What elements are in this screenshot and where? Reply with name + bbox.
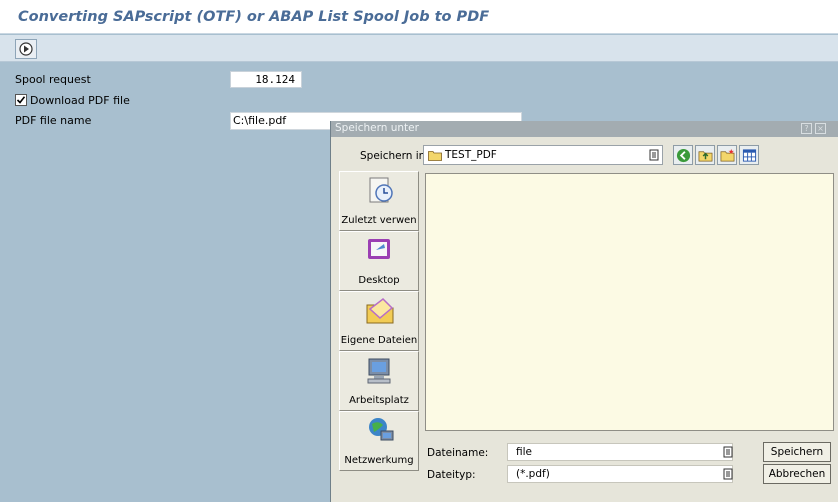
place-network[interactable]: Netzwerkumg [339, 411, 419, 471]
place-label: Arbeitsplatz [349, 395, 409, 406]
folder-icon [428, 151, 442, 161]
place-my-computer[interactable]: Arbeitsplatz [339, 351, 419, 411]
spool-request-label: Spool request [15, 73, 91, 86]
my-documents-icon [366, 298, 394, 324]
desktop-icon [368, 239, 390, 259]
save-in-select[interactable]: TEST_PDF [423, 145, 663, 165]
checkmark-icon [16, 96, 26, 104]
file-name-label: Dateiname: [427, 447, 489, 459]
up-folder-button[interactable] [695, 145, 715, 165]
recent-documents-icon [369, 177, 393, 203]
place-label: Zuletzt verwen [341, 215, 417, 226]
file-list[interactable] [425, 173, 834, 431]
file-name-input[interactable]: file [507, 443, 733, 461]
spool-request-input[interactable]: 18.124 [230, 71, 302, 88]
save-in-value: TEST_PDF [445, 149, 497, 161]
place-label: Netzwerkumg [344, 455, 414, 466]
place-recent[interactable]: Zuletzt verwen [339, 171, 419, 231]
save-in-label: Speichern in: [360, 150, 429, 162]
toolbar [0, 35, 838, 62]
place-label: Eigene Dateien [340, 335, 418, 346]
place-label: Desktop [358, 275, 400, 286]
save-button[interactable]: Speichern [763, 442, 831, 462]
file-name-dropdown-icon[interactable] [723, 446, 733, 458]
new-folder-icon [720, 148, 734, 161]
help-button[interactable]: ? [801, 123, 812, 134]
download-pdf-label: Download PDF file [30, 94, 130, 107]
spool-request-row: Spool request 18.124 [0, 71, 838, 90]
file-type-dropdown-icon[interactable] [723, 468, 733, 480]
download-pdf-checkbox[interactable] [15, 94, 27, 106]
file-type-label: Dateityp: [427, 469, 476, 481]
dialog-titlebar: Speichern unter ? × [331, 121, 838, 137]
my-computer-icon [367, 358, 391, 384]
place-my-documents[interactable]: Eigene Dateien [339, 291, 419, 351]
view-menu-icon [742, 148, 756, 162]
title-bar: Converting SAPscript (OTF) or ABAP List … [0, 0, 838, 34]
place-desktop[interactable]: Desktop [339, 231, 419, 291]
page-title: Converting SAPscript (OTF) or ABAP List … [18, 9, 490, 25]
download-pdf-row: Download PDF file [0, 92, 838, 111]
view-menu-button[interactable] [739, 145, 759, 165]
network-icon [369, 418, 394, 441]
back-button[interactable] [673, 145, 693, 165]
cancel-button[interactable]: Abbrechen [763, 464, 831, 484]
execute-button[interactable] [15, 39, 37, 59]
dropdown-icon [649, 149, 659, 161]
save-as-dialog: Speichern unter ? × Speichern in: TEST_P… [330, 121, 838, 502]
file-type-select[interactable]: (*.pdf) [507, 465, 733, 483]
dialog-title: Speichern unter [335, 122, 419, 134]
new-folder-button[interactable] [717, 145, 737, 165]
pdf-file-name-label: PDF file name [15, 114, 92, 127]
places-bar: Zuletzt verwen Desktop Eigene Dateien Ar… [339, 171, 419, 471]
up-folder-icon [698, 150, 712, 161]
back-arrow-icon [676, 148, 690, 162]
close-button[interactable]: × [815, 123, 826, 134]
execute-icon [19, 42, 33, 56]
